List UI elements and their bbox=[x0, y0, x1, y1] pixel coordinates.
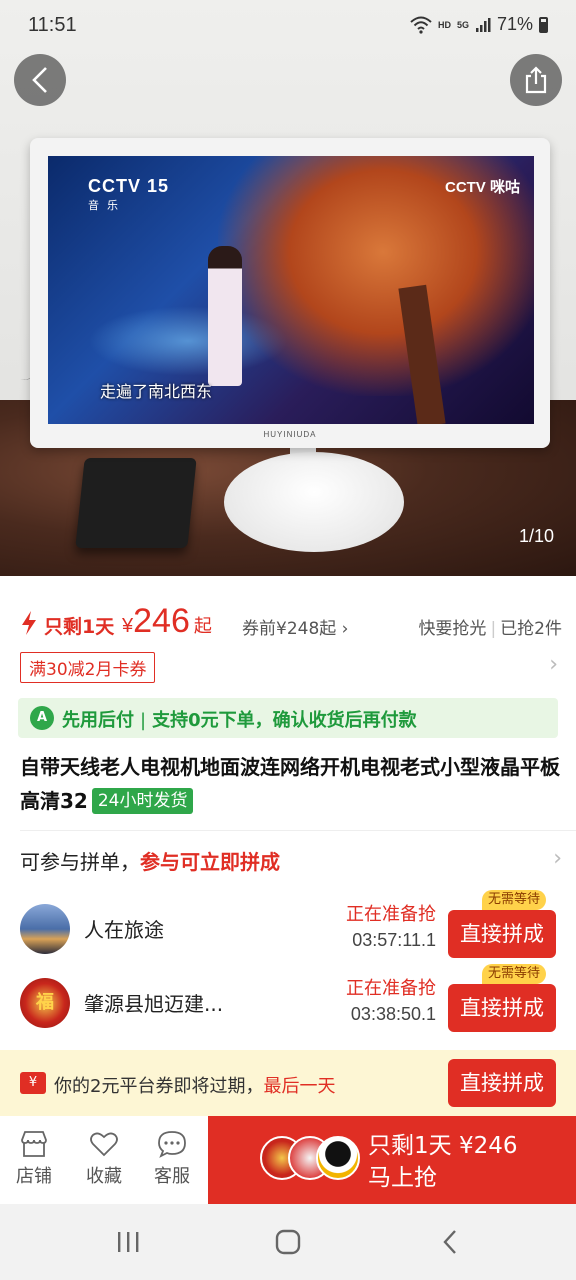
price-row: 只剩1天 ¥246 起 券前¥248起 › 快要抢光 | 已抢2件 bbox=[0, 600, 576, 646]
favorite-label: 收藏 bbox=[86, 1166, 122, 1187]
channel-logo: CCTV 15 音乐 bbox=[88, 176, 169, 213]
expire-highlight: 最后一天 bbox=[263, 1076, 336, 1097]
price-suffix: 起 bbox=[193, 616, 212, 636]
expire-message: 你的2元平台券即将过期， bbox=[54, 1076, 264, 1097]
time-left-label: 只剩1天 bbox=[44, 616, 115, 638]
store-icon bbox=[21, 1131, 47, 1157]
monitor-screen: CCTV 15 音乐 CCTV 咪咕 走遍了南北西东 bbox=[48, 156, 534, 424]
channel-logo-sub: 音乐 bbox=[88, 200, 126, 212]
channel-logo-text: CCTV 15 bbox=[88, 176, 170, 196]
group-head-text: 可参与拼单， bbox=[20, 850, 140, 874]
system-back-button[interactable] bbox=[420, 1224, 480, 1260]
group-user-name: 人在旅途 bbox=[84, 918, 164, 942]
coupon-tag[interactable]: 满30减2月卡券 bbox=[20, 652, 156, 683]
pay-later-text: 先用后付 | 支持0元下单，确认收货后再付款 bbox=[62, 706, 417, 732]
wifi-icon bbox=[410, 16, 432, 34]
join-group-button[interactable]: 直接拼成 bbox=[448, 984, 556, 1032]
no-wait-badge: 无需等待 bbox=[482, 890, 547, 910]
pay-later-desc: 支持0元下单，确认收货后再付款 bbox=[152, 710, 417, 731]
battery-percent: 71% bbox=[496, 14, 533, 34]
broadcaster-logo: CCTV 咪咕 bbox=[444, 179, 520, 196]
avatar bbox=[20, 904, 70, 954]
share-button[interactable] bbox=[510, 54, 562, 106]
share-icon bbox=[525, 66, 547, 94]
pay-later-icon: A bbox=[30, 706, 54, 730]
signal-label: 5G bbox=[456, 19, 469, 30]
product-image-carousel[interactable]: CCTV 15 音乐 CCTV 咪咕 走遍了南北西东 HUYINIUDA 1/1… bbox=[0, 0, 576, 576]
join-group-button[interactable]: 直接拼成 bbox=[448, 910, 556, 958]
back-icon bbox=[443, 1230, 456, 1254]
price-value: 246 bbox=[133, 602, 190, 640]
expire-join-button[interactable]: 直接拼成 bbox=[448, 1059, 556, 1107]
divider: | bbox=[490, 619, 497, 639]
product-title: 自带天线老人电视机地面波连网络开机电视老式小型液晶平板高清32 24小时发货 bbox=[20, 750, 560, 818]
pay-later-banner[interactable]: A 先用后付 | 支持0元下单，确认收货后再付款 bbox=[18, 698, 558, 738]
singer-figure bbox=[208, 246, 242, 386]
monitor-brand: HUYINIUDA bbox=[263, 430, 317, 439]
signal-icon bbox=[475, 17, 491, 32]
pre-coupon-text: 券前¥248起 bbox=[242, 619, 337, 639]
home-button[interactable] bbox=[258, 1224, 318, 1260]
monitor: CCTV 15 音乐 CCTV 咪咕 走遍了南北西东 HUYINIUDA bbox=[30, 138, 550, 448]
service-label: 客服 bbox=[154, 1166, 190, 1187]
recent-apps-icon bbox=[118, 1232, 139, 1252]
pay-later-title: 先用后付 bbox=[62, 710, 134, 731]
coupon-expire-bar: ¥ 你的2元平台券即将过期，最后一天 直接拼成 bbox=[0, 1050, 576, 1116]
sell-status-text: 快要抢光 bbox=[418, 619, 487, 639]
group-section-header[interactable]: 可参与拼单，参与可立即拼成 › bbox=[20, 846, 562, 882]
chevron-right-icon: › bbox=[549, 652, 558, 677]
recent-apps-button[interactable] bbox=[98, 1224, 158, 1260]
service-button[interactable]: 客服 bbox=[142, 1130, 202, 1188]
monitor-stand bbox=[224, 452, 404, 552]
bottom-action-bar: 店铺 收藏 客服 只剩1天 ¥246 马上抢 bbox=[0, 1116, 576, 1204]
pre-coupon-price[interactable]: 券前¥248起 › bbox=[242, 614, 348, 639]
expire-text: 你的2元平台券即将过期，最后一天 bbox=[54, 1072, 335, 1098]
section-divider bbox=[20, 830, 576, 831]
coupon-icon: ¥ bbox=[20, 1072, 46, 1094]
no-wait-badge: 无需等待 bbox=[482, 964, 547, 984]
back-button[interactable] bbox=[14, 54, 66, 106]
set-top-box bbox=[75, 458, 197, 548]
status-bar: 11:51 HD 5G 71% bbox=[0, 0, 576, 52]
chat-icon bbox=[158, 1131, 186, 1158]
system-icons: HD 5G 71% bbox=[410, 14, 548, 35]
price-currency: ¥ bbox=[122, 615, 134, 637]
chevron-right-icon: › bbox=[553, 846, 562, 871]
buy-price-label: 只剩1天 ¥246 bbox=[368, 1133, 518, 1159]
group-user-name: 肇源县旭迈建... bbox=[84, 992, 224, 1016]
image-page-counter: 1/10 bbox=[518, 526, 554, 546]
back-arrow-icon bbox=[32, 67, 47, 93]
hd-label: HD bbox=[437, 19, 451, 30]
sold-count: 已抢2件 bbox=[500, 619, 562, 639]
buy-now-label: 马上抢 bbox=[368, 1165, 437, 1191]
group-head-highlight: 参与可立即拼成 bbox=[140, 850, 280, 874]
status-time: 11:51 bbox=[28, 14, 77, 36]
heart-icon bbox=[90, 1132, 118, 1157]
store-label: 店铺 bbox=[16, 1166, 52, 1187]
coupon-row[interactable]: 满30减2月卡券 › bbox=[0, 650, 576, 686]
divider: | bbox=[140, 710, 147, 731]
chevron-right-icon: › bbox=[341, 619, 349, 639]
lightning-icon bbox=[22, 611, 36, 635]
battery-icon bbox=[539, 16, 548, 33]
home-icon bbox=[275, 1229, 301, 1255]
group-item: 人在旅途 正在准备抢 03:57:11.1 直接拼成 无需等待 bbox=[0, 890, 576, 962]
favorite-button[interactable]: 收藏 bbox=[74, 1130, 134, 1188]
buy-now-button[interactable]: 只剩1天 ¥246 马上抢 bbox=[208, 1116, 576, 1204]
buyer-avatars bbox=[260, 1136, 360, 1184]
avatar bbox=[316, 1136, 360, 1180]
group-countdown: 03:38:50.1 bbox=[350, 1004, 436, 1024]
group-state: 正在准备抢 bbox=[346, 978, 436, 999]
group-item: 福 肇源县旭迈建... 正在准备抢 03:38:50.1 直接拼成 无需等待 bbox=[0, 964, 576, 1036]
group-countdown: 03:57:11.1 bbox=[352, 930, 436, 950]
sell-status: 快要抢光 | 已抢2件 bbox=[418, 614, 562, 639]
avatar: 福 bbox=[20, 978, 70, 1028]
group-state: 正在准备抢 bbox=[346, 904, 436, 925]
store-button[interactable]: 店铺 bbox=[4, 1130, 64, 1188]
shipping-badge: 24小时发货 bbox=[91, 788, 194, 814]
current-price: ¥246 起 bbox=[122, 602, 212, 641]
system-nav-bar bbox=[0, 1204, 576, 1280]
screen-subtitle: 走遍了南北西东 bbox=[100, 384, 213, 401]
